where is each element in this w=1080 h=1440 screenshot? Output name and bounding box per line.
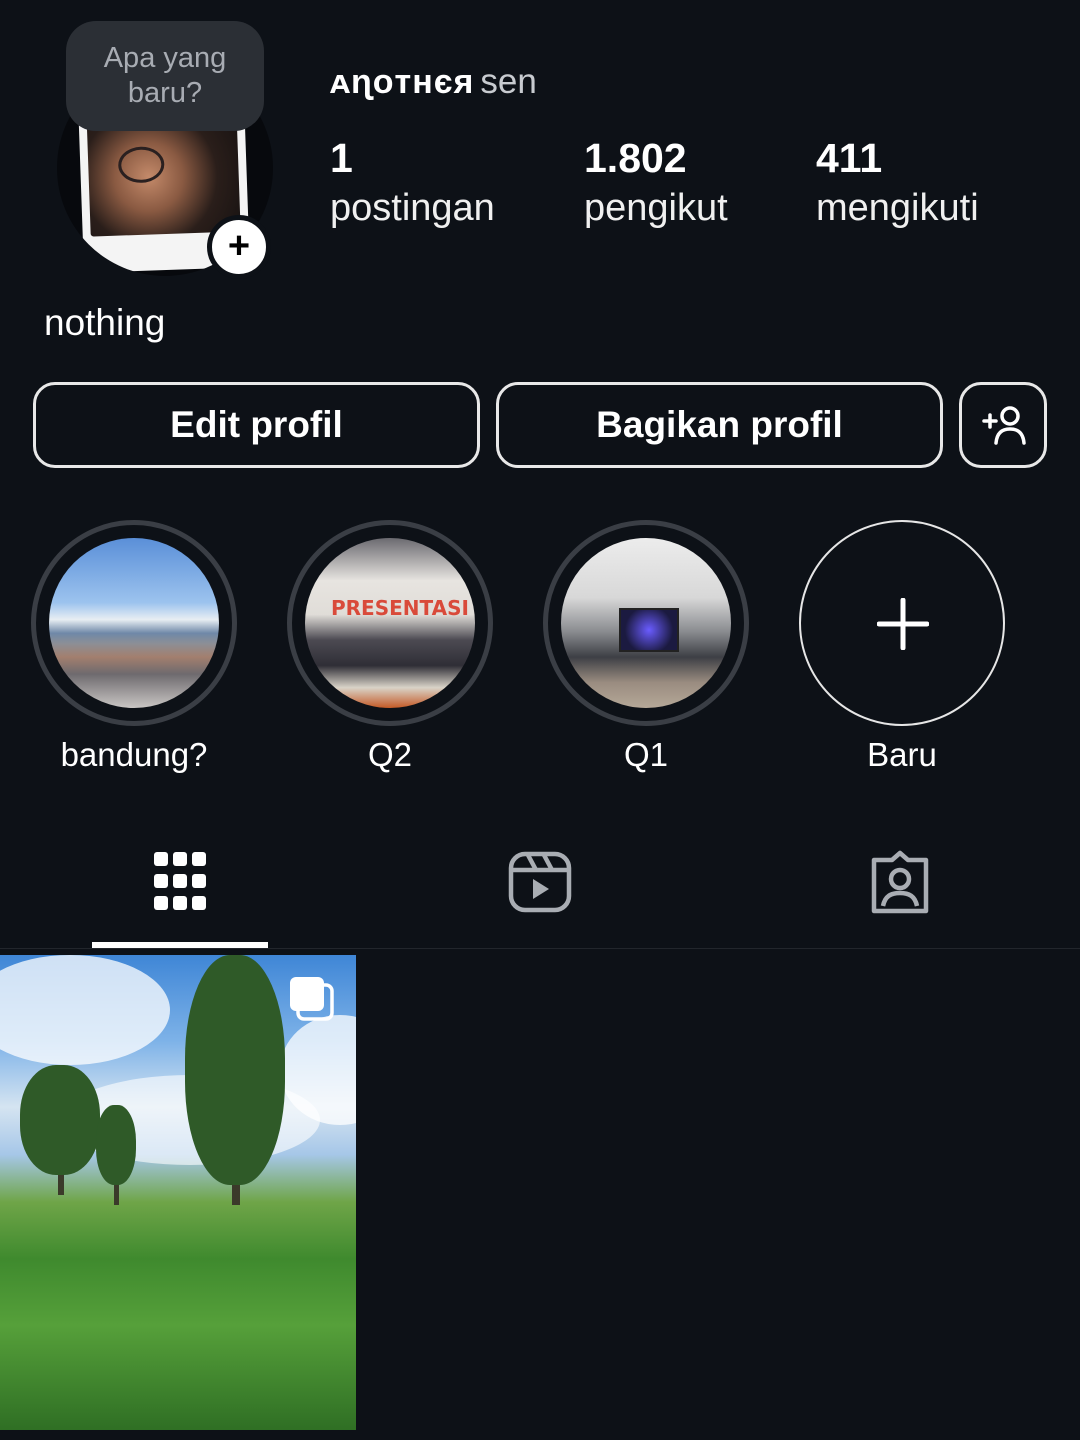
display-name: ᴀɳᴏᴛʜєя [330, 63, 475, 101]
highlight-cover-text: PRESENTASI [331, 596, 469, 620]
display-name-suffix: sen [480, 62, 537, 101]
posts-stat[interactable]: 1 postingan [330, 134, 495, 234]
following-label: mengikuti [816, 187, 979, 229]
followers-count: 1.802 [584, 135, 687, 181]
discover-people-button[interactable] [959, 382, 1047, 468]
highlight-label: Baru [867, 736, 937, 773]
tab-tagged[interactable] [868, 850, 932, 914]
highlight-new[interactable]: Baru [799, 520, 1005, 774]
tagged-icon [871, 850, 929, 914]
edit-profile-button[interactable]: Edit profil [33, 382, 480, 468]
following-count: 411 [816, 135, 883, 181]
profile-name: ᴀɳᴏᴛʜєя sen [330, 62, 537, 102]
plus-icon [877, 598, 929, 650]
highlight-label: bandung? [60, 736, 208, 773]
reels-icon [508, 851, 572, 913]
posts-count: 1 [330, 135, 353, 181]
followers-label: pengikut [584, 187, 728, 229]
new-highlight-button[interactable] [799, 520, 1005, 726]
following-stat[interactable]: 411 mengikuti [816, 134, 979, 234]
grid-icon [154, 852, 206, 910]
highlight-label: Q2 [367, 736, 413, 773]
followers-stat[interactable]: 1.802 pengikut [584, 134, 728, 234]
highlight-cover [49, 538, 219, 708]
highlight-ring [31, 520, 237, 726]
bio-text: nothing [44, 302, 166, 343]
highlight-ring: PRESENTASI [287, 520, 493, 726]
highlight-q2[interactable]: PRESENTASI Q2 [287, 520, 493, 774]
highlight-ring [543, 520, 749, 726]
note-text: Apa yang baru? [103, 42, 227, 109]
add-story-plus-icon[interactable]: + [207, 215, 271, 279]
highlight-cover: PRESENTASI [305, 538, 475, 708]
post-thumbnail[interactable] [0, 955, 356, 1430]
note-bubble[interactable]: Apa yang baru? [66, 21, 264, 131]
share-profile-button[interactable]: Bagikan profil [496, 382, 943, 468]
highlight-label: Q1 [623, 736, 669, 773]
highlight-q1[interactable]: Q1 [543, 520, 749, 774]
profile-page: + Apa yang baru? ᴀɳᴏᴛʜєя sen 1 postingan … [0, 0, 1080, 1440]
tab-divider [0, 948, 1080, 949]
tab-posts[interactable] [152, 850, 216, 914]
highlight-cover [561, 538, 731, 708]
highlight-bandung[interactable]: bandung? [31, 520, 237, 774]
add-person-icon [982, 406, 1026, 445]
carousel-icon [290, 977, 334, 1021]
posts-label: postingan [330, 187, 495, 229]
tab-reels[interactable] [508, 850, 572, 914]
